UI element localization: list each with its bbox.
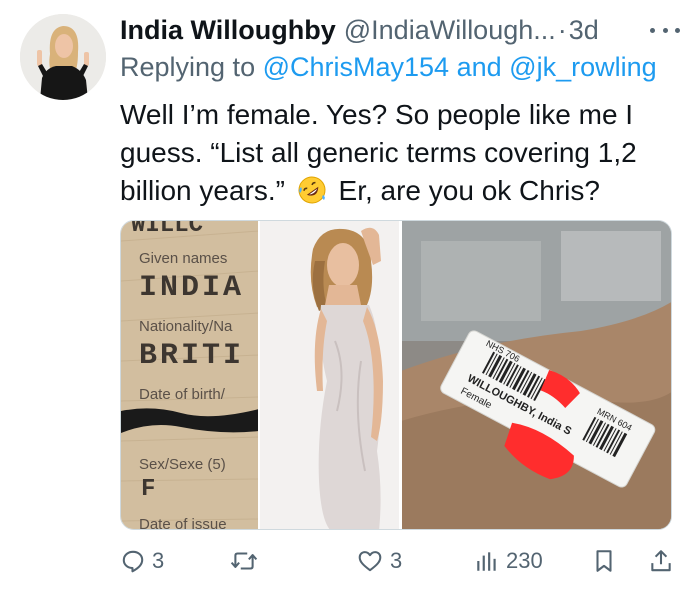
passport-dob-label: Date of birth/ xyxy=(139,386,226,403)
timestamp[interactable]: 3d xyxy=(569,15,599,46)
reply-button[interactable]: 3 xyxy=(120,541,164,581)
passport-nationality-label: Nationality/Na xyxy=(139,318,233,335)
passport-given-names-label: Given names xyxy=(139,250,227,267)
retweet-button[interactable] xyxy=(230,541,264,581)
replying-to-label: Replying to xyxy=(120,52,256,82)
passport-nationality: BRITI xyxy=(139,339,244,373)
views-icon xyxy=(477,552,496,571)
tweet-text: Well I’m female. Yes? So people like me … xyxy=(120,96,680,210)
mention-jk-rowling[interactable]: @jk_rowling xyxy=(509,52,656,82)
separator: · xyxy=(557,14,567,45)
tweet-text-end: Er, are you ok Chris? xyxy=(338,175,600,206)
reply-count: 3 xyxy=(152,548,165,573)
like-count: 3 xyxy=(390,548,403,573)
share-icon xyxy=(651,550,671,572)
media-grid[interactable]: WILLC Given names INDIA Nationality/Na B… xyxy=(120,220,672,530)
share-button[interactable] xyxy=(648,541,674,581)
user-handle[interactable]: @IndiaWillough... xyxy=(344,15,556,46)
passport-sex: F xyxy=(141,476,155,503)
passport-given-name: INDIA xyxy=(139,271,244,305)
passport-issue-label: Date of issue xyxy=(139,516,227,530)
reply-and[interactable]: and xyxy=(457,52,502,82)
more-icon[interactable] xyxy=(650,22,680,38)
action-bar: 3 3 230 xyxy=(120,541,680,581)
avatar-image xyxy=(20,14,106,100)
like-icon xyxy=(358,551,382,572)
tweet-header: India Willoughby @IndiaWillough... · 3d xyxy=(120,10,680,50)
like-button[interactable]: 3 xyxy=(356,541,402,581)
mention-chrismay[interactable]: @ChrisMay154 xyxy=(263,52,449,82)
passport-sex-label: Sex/Sexe (5) xyxy=(139,456,226,473)
replying-to: Replying to @ChrisMay154 and @jk_rowling xyxy=(120,52,657,83)
passport-surname: WILLC xyxy=(131,221,203,239)
reply-icon xyxy=(122,550,144,573)
passport-image[interactable]: WILLC Given names INDIA Nationality/Na B… xyxy=(121,221,260,530)
display-name[interactable]: India Willoughby xyxy=(120,15,336,46)
media-images: WILLC Given names INDIA Nationality/Na B… xyxy=(121,221,672,530)
portrait-image[interactable] xyxy=(259,221,399,530)
views-button[interactable]: 230 xyxy=(474,541,543,581)
bookmark-icon xyxy=(596,550,612,572)
wristband-image[interactable]: NHS 706 WILLOUGHBY, India S Female MRN 6… xyxy=(401,221,672,530)
views-count: 230 xyxy=(506,548,543,573)
avatar[interactable] xyxy=(20,14,106,100)
retweet-icon xyxy=(230,552,258,570)
bookmark-button[interactable] xyxy=(592,541,616,581)
rolling-on-floor-laughing-emoji xyxy=(298,176,326,204)
